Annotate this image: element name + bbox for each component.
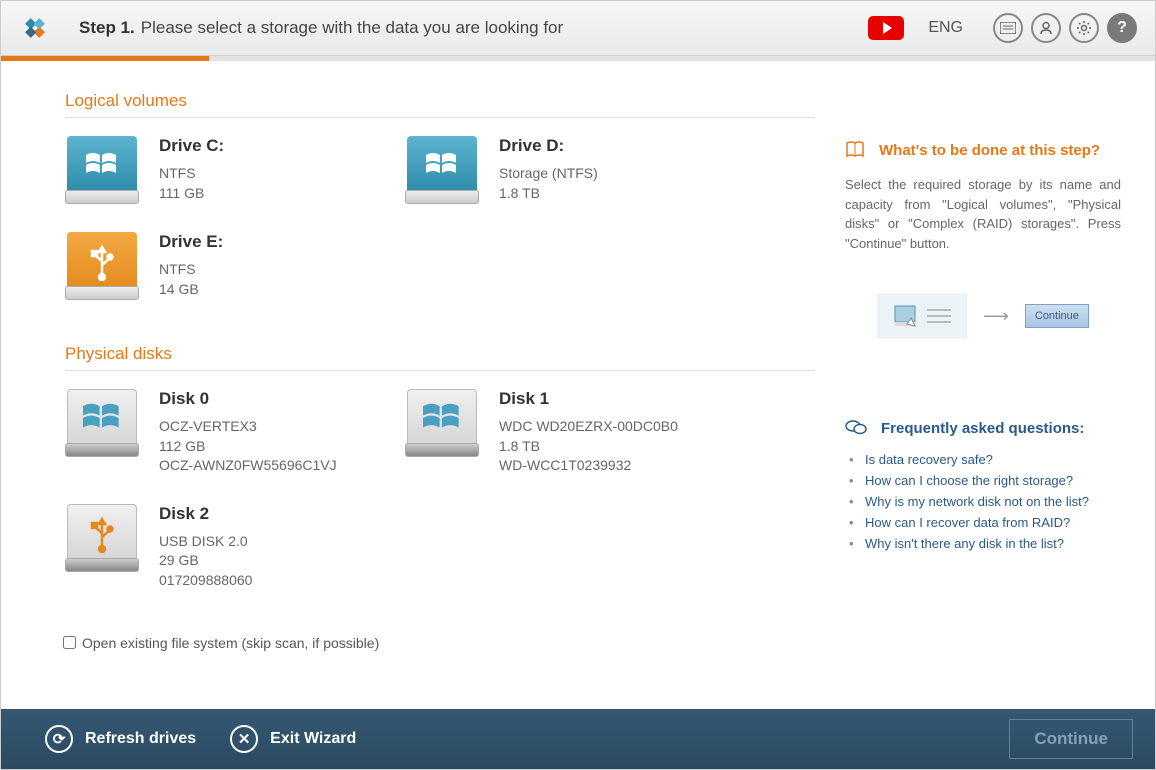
- arrow-icon: ⟶: [983, 306, 1009, 327]
- drive-title: Drive D:: [499, 136, 598, 156]
- disk-model: OCZ-VERTEX3: [159, 417, 337, 437]
- diagram-storage-icon: [877, 293, 967, 339]
- skip-scan-checkbox-input[interactable]: [63, 636, 76, 649]
- help-heading: What's to be done at this step?: [845, 141, 1121, 159]
- help-body: Select the required storage by its name …: [845, 175, 1121, 253]
- disk-model: USB DISK 2.0: [159, 532, 252, 552]
- faq-list: Is data recovery safe?How can I choose t…: [845, 449, 1121, 554]
- checkbox-label: Open existing file system (skip scan, if…: [82, 635, 379, 651]
- drive-icon: [403, 136, 481, 204]
- refresh-drives-button[interactable]: ⟳ Refresh drives: [45, 725, 196, 753]
- diagram-continue-button: Continue: [1025, 304, 1089, 328]
- drive-title: Drive C:: [159, 136, 224, 156]
- faq-item[interactable]: Is data recovery safe?: [845, 449, 1121, 470]
- drive-size: 1.8 TB: [499, 184, 598, 204]
- faq-icon: [845, 419, 867, 437]
- faq-item[interactable]: How can I choose the right storage?: [845, 470, 1121, 491]
- drive-icon: [63, 136, 141, 204]
- user-icon[interactable]: [1031, 13, 1061, 43]
- faq-heading: Frequently asked questions:: [845, 419, 1121, 437]
- faq-item[interactable]: Why is my network disk not on the list?: [845, 491, 1121, 512]
- physical-disk-item[interactable]: Disk 0 OCZ-VERTEX3112 GBOCZ-AWNZ0FW55696C…: [63, 385, 403, 500]
- drive-size: 111 GB: [159, 184, 224, 204]
- close-icon: ✕: [230, 725, 258, 753]
- disk-serial: OCZ-AWNZ0FW55696C1VJ: [159, 456, 337, 476]
- book-icon: [845, 141, 865, 159]
- faq-item[interactable]: Why isn't there any disk in the list?: [845, 533, 1121, 554]
- drive-fs: Storage (NTFS): [499, 164, 598, 184]
- physical-disk-item[interactable]: Disk 1 WDC WD20EZRX-00DC0B01.8 TBWD-WCC1T…: [403, 385, 743, 500]
- section-logical-volumes: Logical volumes: [65, 91, 815, 118]
- drive-size: 14 GB: [159, 280, 223, 300]
- open-existing-fs-checkbox[interactable]: Open existing file system (skip scan, if…: [63, 635, 815, 651]
- disk-title: Disk 0: [159, 389, 337, 409]
- logical-volume-item[interactable]: Drive E: NTFS14 GB: [63, 228, 403, 324]
- disk-title: Disk 2: [159, 504, 252, 524]
- physical-disk-item[interactable]: Disk 2 USB DISK 2.029 GB017209888060: [63, 500, 403, 615]
- disk-icon: [63, 389, 141, 457]
- language-selector[interactable]: ENG: [928, 19, 963, 37]
- youtube-icon[interactable]: [868, 16, 904, 40]
- disk-serial: 017209888060: [159, 571, 252, 591]
- disk-title: Disk 1: [499, 389, 678, 409]
- footer-bar: ⟳ Refresh drives ✕ Exit Wizard Continue: [1, 709, 1155, 769]
- disk-icon: [403, 389, 481, 457]
- drive-title: Drive E:: [159, 232, 223, 252]
- wizard-progress: [1, 56, 1155, 61]
- disk-capacity: 112 GB: [159, 437, 337, 457]
- logical-volume-item[interactable]: Drive C: NTFS111 GB: [63, 132, 403, 228]
- gear-icon[interactable]: [1069, 13, 1099, 43]
- section-physical-disks: Physical disks: [65, 344, 815, 371]
- step-number: Step 1.: [79, 18, 135, 38]
- disk-icon: [63, 504, 141, 572]
- help-panel: What's to be done at this step? Select t…: [845, 61, 1155, 709]
- help-icon[interactable]: ?: [1107, 13, 1137, 43]
- header-bar: Step 1. Please select a storage with the…: [1, 1, 1155, 56]
- storage-selection-panel: Logical volumes Drive C:NTFS111 GBDrive …: [1, 61, 845, 709]
- step-description: Please select a storage with the data yo…: [141, 18, 563, 38]
- continue-button[interactable]: Continue: [1009, 719, 1133, 759]
- keyboard-icon[interactable]: [993, 13, 1023, 43]
- drive-fs: NTFS: [159, 164, 224, 184]
- drive-fs: NTFS: [159, 260, 223, 280]
- disk-model: WDC WD20EZRX-00DC0B0: [499, 417, 678, 437]
- exit-wizard-button[interactable]: ✕ Exit Wizard: [230, 725, 356, 753]
- drive-icon: [63, 232, 141, 300]
- disk-capacity: 29 GB: [159, 551, 252, 571]
- help-diagram: ⟶ Continue: [845, 293, 1121, 339]
- app-logo-icon: [19, 12, 51, 44]
- logical-volume-item[interactable]: Drive D: Storage (NTFS)1.8 TB: [403, 132, 743, 228]
- disk-serial: WD-WCC1T0239932: [499, 456, 678, 476]
- disk-capacity: 1.8 TB: [499, 437, 678, 457]
- refresh-icon: ⟳: [45, 725, 73, 753]
- faq-item[interactable]: How can I recover data from RAID?: [845, 512, 1121, 533]
